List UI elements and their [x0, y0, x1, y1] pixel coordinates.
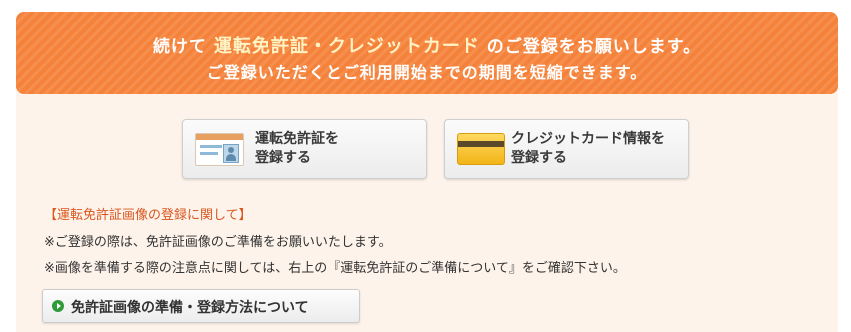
- license-card-icon: [195, 133, 244, 166]
- registration-banner: 続けて 運転免許証・クレジットカード のご登録をお願いします。 ご登録いただくと…: [16, 12, 838, 94]
- registration-panel: 続けて 運転免許証・クレジットカード のご登録をお願いします。 ご登録いただくと…: [16, 12, 838, 332]
- banner-line-2: ご登録いただくとご利用開始までの期間を短縮できます。: [206, 63, 648, 82]
- license-note-title: 【運転免許証画像の登録に関して】: [44, 208, 252, 223]
- register-license-label-line2: 登録する: [255, 150, 311, 166]
- license-howto-label: 免許証画像の準備・登録方法について: [71, 300, 309, 316]
- banner-line-1: 続けて 運転免許証・クレジットカード のご登録をお願いします。: [16, 32, 838, 58]
- license-howto-button[interactable]: 免許証画像の準備・登録方法について: [42, 289, 360, 323]
- green-arrow-circle-icon: [52, 300, 64, 312]
- banner-highlight: 運転免許証・クレジットカード: [213, 36, 480, 57]
- banner-suffix: のご登録をお願いします。: [486, 37, 702, 57]
- register-credit-card-label-line1: クレジットカード情報を: [511, 131, 665, 147]
- banner-prefix: 続けて: [152, 37, 207, 57]
- register-license-button[interactable]: 運転免許証を 登録する: [182, 119, 427, 179]
- register-credit-card-label-line2: 登録する: [511, 150, 567, 166]
- credit-card-icon: [457, 133, 505, 165]
- register-credit-card-button[interactable]: クレジットカード情報を 登録する: [444, 119, 689, 179]
- license-note-line-1: ※ご登録の際は、免許証画像のご準備をお願いいたします。: [44, 235, 392, 250]
- license-note-line-2: ※画像を準備する際の注意点に関しては、右上の『運転免許証のご準備について』をご確…: [44, 261, 626, 276]
- register-license-label-line1: 運転免許証を: [255, 131, 339, 147]
- register-license-label: 運転免許証を 登録する: [255, 130, 339, 168]
- register-credit-card-label: クレジットカード情報を 登録する: [511, 130, 665, 168]
